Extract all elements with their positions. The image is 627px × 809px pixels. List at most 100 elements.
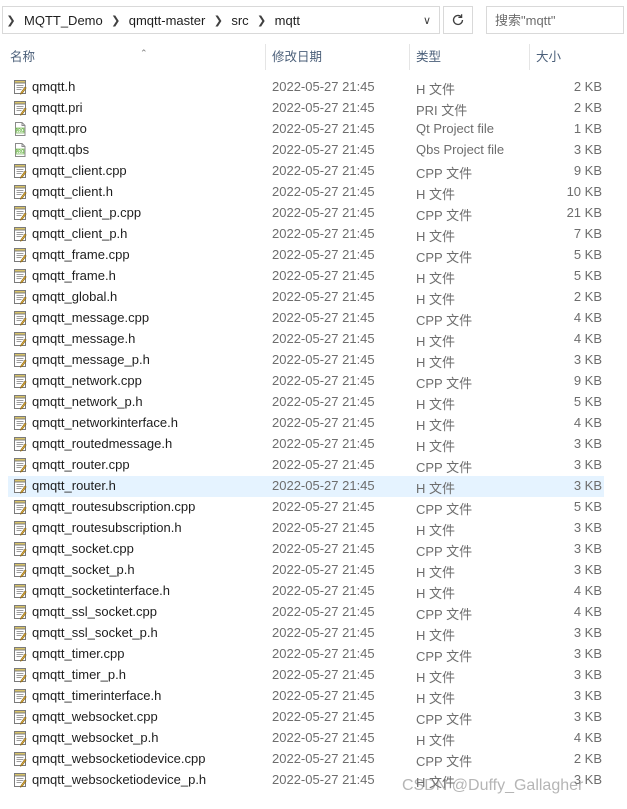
file-row[interactable]: qmqtt_socket_p.h 2022-05-27 21:45 H 文件 3 KB bbox=[8, 560, 604, 581]
chevron-right-icon[interactable]: ❯ bbox=[210, 7, 226, 33]
file-row[interactable]: qmqtt_websocket_p.h 2022-05-27 21:45 H 文件 4… bbox=[8, 728, 604, 749]
file-row[interactable]: qmqtt_networkinterface.h 2022-05-27 21:45… bbox=[8, 413, 604, 434]
header-file-icon bbox=[12, 730, 28, 746]
svg-text:PRO: PRO bbox=[16, 128, 25, 133]
file-row[interactable]: qmqtt_global.h 2022-05-27 21:45 H 文件 2 KB bbox=[8, 287, 604, 308]
column-divider[interactable] bbox=[265, 44, 266, 70]
file-modified-date: 2022-05-27 21:45 bbox=[272, 688, 375, 703]
chevron-right-icon[interactable]: ❯ bbox=[108, 7, 124, 33]
file-type: H 文件 bbox=[416, 397, 456, 412]
file-type: H 文件 bbox=[416, 586, 456, 601]
column-header: 名称 ⌃ 修改日期 类型 大小 bbox=[0, 44, 627, 70]
file-row[interactable]: PRO qmqtt.pro 2022-05-27 21:45 Qt Project f… bbox=[8, 119, 604, 140]
cpp-file-icon bbox=[12, 499, 28, 515]
file-type: CPP 文件 bbox=[416, 208, 473, 223]
file-size: 3 KB bbox=[573, 352, 602, 367]
file-modified-date: 2022-05-27 21:45 bbox=[272, 226, 375, 241]
header-file-icon bbox=[12, 562, 28, 578]
column-size-header[interactable]: 大小 bbox=[536, 44, 616, 70]
column-name-label: 名称 bbox=[10, 50, 36, 64]
file-modified-date: 2022-05-27 21:45 bbox=[272, 499, 375, 514]
file-name: qmqtt_client.h bbox=[32, 184, 113, 199]
file-row[interactable]: qmqtt_client_p.cpp 2022-05-27 21:45 CPP 文件… bbox=[8, 203, 604, 224]
file-row[interactable]: qmqtt_ssl_socket_p.h 2022-05-27 21:45 H 文件… bbox=[8, 623, 604, 644]
file-type: CPP 文件 bbox=[416, 313, 473, 328]
address-bar[interactable]: ❯ MQTT_Demo ❯ qmqtt-master ❯ src ❯ mqtt … bbox=[2, 6, 440, 34]
file-name: qmqtt_websocketiodevice.cpp bbox=[32, 751, 206, 766]
file-row[interactable]: qmqtt_client_p.h 2022-05-27 21:45 H 文件 7 KB bbox=[8, 224, 604, 245]
file-row[interactable]: qmqtt_routesubscription.cpp 2022-05-27 21… bbox=[8, 497, 604, 518]
file-row[interactable]: qmqtt_websocketiodevice.cpp 2022-05-27 21… bbox=[8, 749, 604, 770]
cpp-file-icon bbox=[12, 247, 28, 263]
file-row[interactable]: qmqtt_router.h 2022-05-27 21:45 H 文件 3 KB bbox=[8, 476, 604, 497]
file-name: qmqtt_client_p.cpp bbox=[32, 205, 142, 220]
file-row[interactable]: qmqtt_network.cpp 2022-05-27 21:45 CPP 文件 9… bbox=[8, 371, 604, 392]
breadcrumb-item[interactable]: src bbox=[226, 13, 253, 28]
file-row[interactable]: qmqtt_frame.cpp 2022-05-27 21:45 CPP 文件 5 K… bbox=[8, 245, 604, 266]
column-divider[interactable] bbox=[529, 44, 530, 70]
chevron-right-icon[interactable]: ❯ bbox=[254, 7, 270, 33]
column-divider[interactable] bbox=[409, 44, 410, 70]
file-row[interactable]: qmqtt_timerinterface.h 2022-05-27 21:45 H … bbox=[8, 686, 604, 707]
file-modified-date: 2022-05-27 21:45 bbox=[272, 352, 375, 367]
column-type-label: 类型 bbox=[416, 50, 442, 64]
file-name: qmqtt.h bbox=[32, 79, 76, 94]
file-row[interactable]: qmqtt_socketinterface.h 2022-05-27 21:45 H… bbox=[8, 581, 604, 602]
file-row[interactable]: qmqtt_client.h 2022-05-27 21:45 H 文件 10 KB bbox=[8, 182, 604, 203]
breadcrumb: ❯ MQTT_Demo ❯ qmqtt-master ❯ src ❯ mqtt bbox=[3, 7, 305, 33]
header-file-icon bbox=[12, 352, 28, 368]
file-size: 4 KB bbox=[573, 415, 602, 430]
file-name: qmqtt_networkinterface.h bbox=[32, 415, 178, 430]
file-row[interactable]: qmqtt_network_p.h 2022-05-27 21:45 H 文件 5 K… bbox=[8, 392, 604, 413]
file-row[interactable]: qmqtt_websocket.cpp 2022-05-27 21:45 CPP 文… bbox=[8, 707, 604, 728]
search-field[interactable] bbox=[486, 6, 624, 34]
cpp-file-icon bbox=[12, 457, 28, 473]
chevron-down-icon[interactable]: ∨ bbox=[415, 7, 439, 33]
file-size: 3 KB bbox=[573, 478, 602, 493]
file-type: H 文件 bbox=[416, 439, 456, 454]
chevron-right-icon[interactable]: ❯ bbox=[3, 7, 19, 33]
file-row[interactable]: qmqtt_message.h 2022-05-27 21:45 H 文件 4 KB bbox=[8, 329, 604, 350]
file-row[interactable]: qmqtt_client.cpp 2022-05-27 21:45 CPP 文件 9 … bbox=[8, 161, 604, 182]
file-row[interactable]: qmqtt_timer_p.h 2022-05-27 21:45 H 文件 3 KB bbox=[8, 665, 604, 686]
column-date-header[interactable]: 修改日期 bbox=[272, 44, 402, 70]
file-size: 9 KB bbox=[573, 373, 602, 388]
file-row[interactable]: qmqtt_ssl_socket.cpp 2022-05-27 21:45 CPP … bbox=[8, 602, 604, 623]
file-modified-date: 2022-05-27 21:45 bbox=[272, 562, 375, 577]
file-modified-date: 2022-05-27 21:45 bbox=[272, 541, 375, 556]
file-type: H 文件 bbox=[416, 229, 456, 244]
file-row[interactable]: qmqtt_message_p.h 2022-05-27 21:45 H 文件 3 K… bbox=[8, 350, 604, 371]
file-type: H 文件 bbox=[416, 334, 456, 349]
file-row[interactable]: qmqtt_timer.cpp 2022-05-27 21:45 CPP 文件 3 K… bbox=[8, 644, 604, 665]
file-row[interactable]: qmqtt_socket.cpp 2022-05-27 21:45 CPP 文件 3 … bbox=[8, 539, 604, 560]
breadcrumb-item[interactable]: qmqtt-master bbox=[124, 13, 211, 28]
cpp-file-icon bbox=[12, 310, 28, 326]
refresh-button[interactable] bbox=[443, 6, 473, 34]
file-row[interactable]: qmqtt.pri 2022-05-27 21:45 PRI 文件 2 KB bbox=[8, 98, 604, 119]
file-size: 3 KB bbox=[573, 436, 602, 451]
file-row[interactable]: qmqtt.h 2022-05-27 21:45 H 文件 2 KB bbox=[8, 77, 604, 98]
file-modified-date: 2022-05-27 21:45 bbox=[272, 646, 375, 661]
file-modified-date: 2022-05-27 21:45 bbox=[272, 751, 375, 766]
file-modified-date: 2022-05-27 21:45 bbox=[272, 163, 375, 178]
column-name-header[interactable]: 名称 ⌃ bbox=[10, 44, 260, 70]
file-row[interactable]: qmqtt_message.cpp 2022-05-27 21:45 CPP 文件 4… bbox=[8, 308, 604, 329]
header-file-icon bbox=[12, 520, 28, 536]
cpp-file-icon bbox=[12, 604, 28, 620]
breadcrumb-item[interactable]: MQTT_Demo bbox=[19, 13, 108, 28]
file-modified-date: 2022-05-27 21:45 bbox=[272, 121, 375, 136]
file-size: 3 KB bbox=[573, 520, 602, 535]
header-file-icon bbox=[12, 331, 28, 347]
file-row[interactable]: qmqtt_routesubscription.h 2022-05-27 21:4… bbox=[8, 518, 604, 539]
file-size: 3 KB bbox=[573, 562, 602, 577]
file-row[interactable]: qmqtt_routedmessage.h 2022-05-27 21:45 H 文… bbox=[8, 434, 604, 455]
file-size: 2 KB bbox=[573, 100, 602, 115]
file-type: H 文件 bbox=[416, 523, 456, 538]
search-input[interactable] bbox=[487, 7, 623, 33]
breadcrumb-item[interactable]: mqtt bbox=[270, 13, 305, 28]
file-row[interactable]: qmqtt_router.cpp 2022-05-27 21:45 CPP 文件 3 … bbox=[8, 455, 604, 476]
file-row[interactable]: PRO qmqtt.qbs 2022-05-27 21:45 Qbs Project … bbox=[8, 140, 604, 161]
column-type-header[interactable]: 类型 bbox=[416, 44, 526, 70]
file-row[interactable]: qmqtt_frame.h 2022-05-27 21:45 H 文件 5 KB bbox=[8, 266, 604, 287]
file-modified-date: 2022-05-27 21:45 bbox=[272, 268, 375, 283]
